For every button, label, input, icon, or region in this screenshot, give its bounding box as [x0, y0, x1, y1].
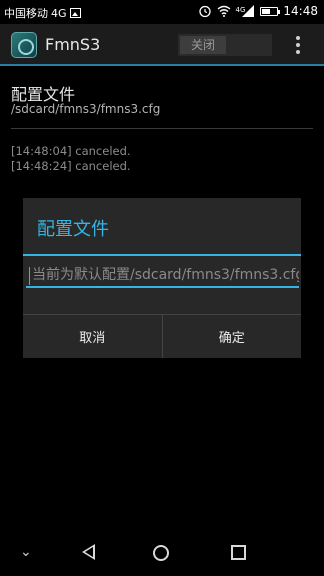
- service-toggle[interactable]: 关闭: [178, 34, 272, 56]
- dialog-title-divider: [23, 254, 301, 256]
- app-logo-icon: [11, 32, 37, 58]
- overflow-menu-icon[interactable]: [292, 36, 304, 56]
- battery-fill: [262, 8, 271, 14]
- log-line: [14:48:04] canceled.: [11, 144, 131, 158]
- text-cursor: [29, 267, 30, 285]
- carrier-name: 中国移动: [4, 7, 48, 20]
- network-small-tag: 4G: [235, 6, 246, 14]
- config-file-dialog: 配置文件 取消 确定: [23, 198, 301, 358]
- divider: [11, 128, 313, 129]
- battery-icon: [260, 6, 281, 16]
- cancel-button[interactable]: 取消: [23, 315, 162, 358]
- back-icon[interactable]: [82, 544, 95, 560]
- home-icon[interactable]: [153, 545, 169, 561]
- log-line: [14:48:24] canceled.: [11, 159, 131, 173]
- preference-summary: /sdcard/fmns3/fmns3.cfg: [11, 102, 161, 116]
- hide-nav-icon[interactable]: ⌄: [20, 544, 32, 560]
- recent-apps-icon[interactable]: [231, 545, 246, 560]
- status-left: 中国移动 4G: [4, 5, 81, 21]
- signal-group: 4G: [236, 4, 256, 18]
- navigation-bar: ⌄: [0, 528, 324, 576]
- alarm-icon: [198, 5, 211, 18]
- dialog-title: 配置文件: [37, 219, 109, 240]
- ok-button[interactable]: 确定: [161, 315, 302, 358]
- status-bar: 中国移动 4G 4G 14:48: [0, 0, 324, 24]
- network-type: 4G: [51, 6, 67, 20]
- dialog-button-row: 取消 确定: [23, 314, 301, 358]
- clock: 14:48: [283, 4, 318, 18]
- log-output: [14:48:04] canceled. [14:48:24] canceled…: [11, 144, 131, 174]
- app-title: FmnS3: [45, 35, 101, 54]
- wifi-icon: [217, 5, 230, 17]
- config-path-input[interactable]: [26, 264, 299, 288]
- status-right: 4G 14:48: [198, 4, 318, 18]
- action-bar: FmnS3 关闭: [0, 24, 324, 66]
- image-notification-icon: [69, 8, 81, 18]
- service-toggle-label: 关闭: [180, 36, 226, 54]
